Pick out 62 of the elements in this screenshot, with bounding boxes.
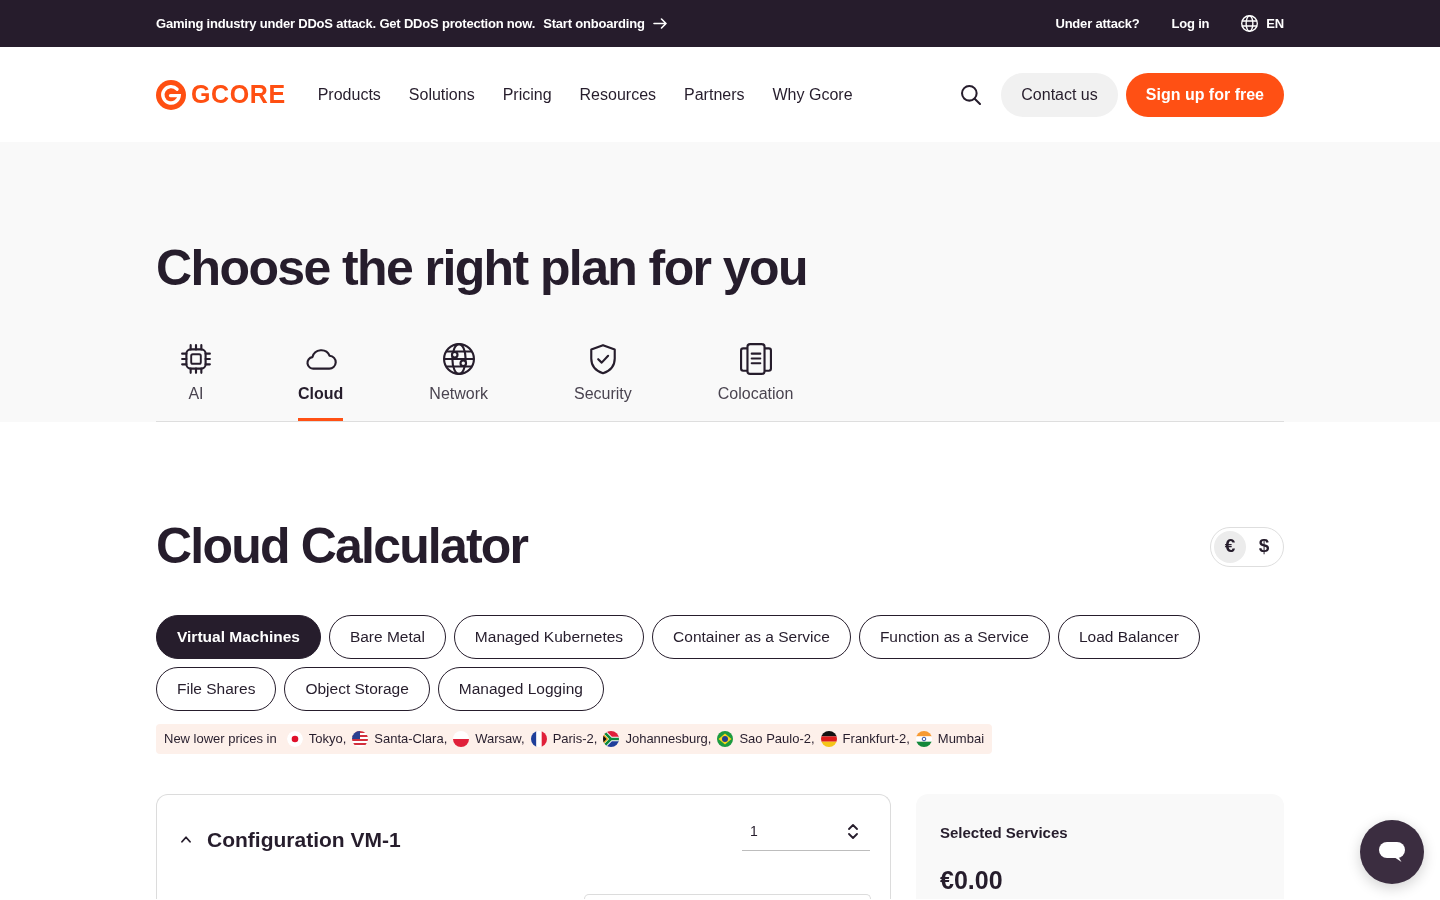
service-tab[interactable]: File Shares <box>156 667 277 711</box>
service-tab[interactable]: Container as a Service <box>652 615 851 659</box>
service-tab[interactable]: Function as a Service <box>858 615 1050 659</box>
location-name: Frankfurt-2, <box>842 730 910 749</box>
flag-icon <box>717 731 734 747</box>
plan-tab[interactable]: Cloud <box>298 343 344 421</box>
nav-link[interactable]: Solutions <box>408 82 475 107</box>
language-selector[interactable]: EN <box>1241 13 1284 34</box>
globe-icon <box>1241 15 1259 32</box>
flag-icon <box>820 731 837 747</box>
location-name: Warsaw, <box>475 730 525 749</box>
nav-link[interactable]: Pricing <box>502 82 552 107</box>
plan-tab[interactable]: Network <box>429 343 488 421</box>
stepper-icon <box>848 824 858 839</box>
globe-icon <box>442 343 475 375</box>
location-name: Johannesburg, <box>625 730 712 749</box>
location-name: Tokyo, <box>308 730 347 749</box>
flag-icon <box>603 731 620 747</box>
page-heading: Choose the right plan for you <box>156 239 808 296</box>
service-tab[interactable]: Managed Kubernetes <box>453 615 645 659</box>
service-tab[interactable]: Object Storage <box>284 667 430 711</box>
service-tab[interactable]: Virtual Machines <box>156 615 321 659</box>
flag-icon <box>352 731 369 747</box>
service-tab[interactable]: Bare Metal <box>328 615 446 659</box>
location-name: Paris-2, <box>552 730 598 749</box>
service-tab[interactable]: Managed Logging <box>437 667 604 711</box>
notice-text: New lower prices in <box>164 730 277 749</box>
currency-option[interactable]: $ <box>1248 530 1280 563</box>
location-name: Mumbai <box>937 730 985 749</box>
nav-link[interactable]: Resources <box>579 82 657 107</box>
flag-icon <box>453 731 470 747</box>
plan-tab[interactable]: Colocation <box>717 343 794 421</box>
announcement-text: Gaming industry under DDoS attack. Get DDoS protection now. <box>156 14 536 33</box>
flag-icon <box>530 731 547 747</box>
plan-tab[interactable]: Security <box>574 343 632 421</box>
nav-link[interactable]: Why Gcore <box>772 82 853 107</box>
summary-title: Selected Services <box>940 823 1069 843</box>
chat-button[interactable] <box>1360 820 1424 884</box>
nav-link[interactable]: Products <box>317 82 381 107</box>
arrow-right-icon <box>652 18 667 29</box>
logo-mark-icon <box>156 79 186 110</box>
service-tab[interactable]: Load Balancer <box>1057 615 1200 659</box>
location-name: Santa-Clara, <box>374 730 448 749</box>
location-name: Sao Paulo-2, <box>739 730 815 749</box>
total-price: €0.00 <box>940 864 1004 895</box>
chip-icon <box>180 343 212 375</box>
flag-icon <box>286 731 303 747</box>
flag-icon <box>915 731 932 747</box>
contact-button[interactable]: Contact us <box>1001 72 1118 117</box>
chat-bubble-icon <box>1379 842 1405 862</box>
quantity-field[interactable]: 1 <box>742 817 870 851</box>
search-icon <box>961 84 982 105</box>
plan-tab[interactable]: AI <box>180 343 212 421</box>
top-link[interactable]: Under attack? <box>1055 13 1140 34</box>
currency-option[interactable]: € <box>1214 530 1246 563</box>
search-button[interactable] <box>961 84 982 105</box>
nav-link[interactable]: Partners <box>684 82 745 107</box>
configuration-title: Configuration VM-1 <box>207 827 401 853</box>
documents-icon <box>739 343 772 375</box>
onboarding-link[interactable]: Start onboarding <box>543 13 667 34</box>
top-link[interactable]: Log in <box>1171 13 1210 34</box>
section-heading: Cloud Calculator <box>156 519 528 574</box>
